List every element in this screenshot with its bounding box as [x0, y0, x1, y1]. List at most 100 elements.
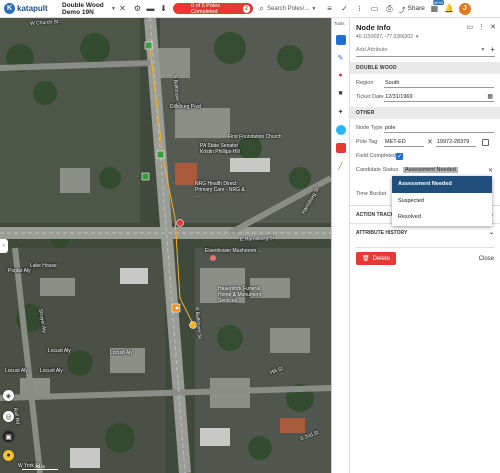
- bell-icon[interactable]: 🔔: [444, 3, 455, 14]
- poi-label: Eisenhower Mushroom ...: [205, 248, 262, 254]
- poles-progress[interactable]: 0 of 5 Poles Completed 2: [173, 2, 253, 15]
- field-completed-label: Field Completed: [356, 153, 397, 159]
- candidate-status-value: Assessment Needed: [403, 167, 458, 173]
- red-square-icon[interactable]: [335, 142, 346, 153]
- camera-icon[interactable]: ■: [335, 88, 346, 99]
- coordinates: 40.1159027, -77.0356302: [356, 34, 413, 40]
- filter-icon[interactable]: ≡: [324, 3, 335, 14]
- time-bucket-label: Time Bucket: [356, 191, 387, 197]
- new-badge: NEW: [432, 0, 444, 5]
- job-selector[interactable]: Double Wood Demo 19N ▼: [62, 2, 116, 16]
- street-label: Locust Aly: [40, 368, 63, 374]
- pole-tag-field[interactable]: 19972-28379: [435, 138, 476, 147]
- share-icon: ⤴: [399, 6, 406, 14]
- node-type-value: pole: [385, 124, 396, 131]
- street-view-icon[interactable]: ●: [3, 450, 14, 461]
- top-toolbar: K katapult Double Wood Demo 19N ▼ ✕ ⚙ ▬ …: [0, 0, 500, 18]
- folder-icon[interactable]: ▬: [145, 3, 156, 14]
- app-logo[interactable]: K katapult: [4, 3, 56, 14]
- poi-label: PA State Senator Kristin Phillips-Hill: [200, 143, 240, 155]
- candidate-status-select[interactable]: Assessment Needed ✕: [402, 166, 494, 175]
- scale-bar: 25 m: [22, 464, 58, 470]
- delete-button[interactable]: 🗑 Delete: [356, 252, 396, 265]
- node-type-field[interactable]: pole: [384, 124, 494, 133]
- pole-tag-owner: MET-ED: [385, 138, 406, 145]
- job-name: Double Wood Demo 19N: [62, 1, 104, 16]
- tools-column: Tools ✎ ● ■ ✦ ╱: [331, 18, 350, 473]
- share-label: Share: [407, 5, 425, 12]
- search-input[interactable]: ⌕ Search Poles/... ▼: [256, 3, 322, 14]
- pole-tag-label: Pole Tag: [356, 139, 378, 145]
- poi-label: Dillsburg Post: [170, 104, 201, 110]
- add-icon[interactable]: +: [490, 45, 495, 54]
- dropdown-option[interactable]: Suspected: [392, 193, 492, 210]
- circle-tool-icon[interactable]: [335, 124, 346, 135]
- field-completed-checkbox[interactable]: ✓: [396, 152, 403, 160]
- settings-icon[interactable]: ⚙: [132, 3, 143, 14]
- clear-icon[interactable]: ✕: [488, 167, 493, 174]
- street-label: Locust Aly: [48, 348, 71, 354]
- poi-label: Lake House: [30, 263, 57, 269]
- pole-tag-value: 19972-28379: [436, 138, 470, 145]
- clear-icon[interactable]: ✕: [427, 138, 433, 146]
- node-info-panel: Node Info ▭ ⋮ ✕ 40.1159027, -77.0356302 …: [350, 18, 500, 473]
- close-job-icon[interactable]: ✕: [117, 3, 128, 14]
- ticket-date-value: 12/31/1969: [385, 93, 413, 100]
- chevron-down-icon: ▼: [311, 5, 317, 12]
- section-other: OTHER: [350, 107, 500, 119]
- chevron-down-icon: ▼: [480, 46, 486, 53]
- chevron-down-icon[interactable]: ▾: [416, 34, 419, 40]
- location-icon[interactable]: ◎: [3, 411, 14, 422]
- street-label: Locust Aly: [110, 350, 133, 356]
- chevron-down-icon: ▼: [111, 5, 116, 12]
- close-icon[interactable]: ✕: [490, 23, 496, 31]
- region-field[interactable]: South: [384, 79, 494, 88]
- apps-icon[interactable]: ▦ NEW: [429, 0, 444, 14]
- select-tool-icon[interactable]: [335, 34, 346, 45]
- camera-icon[interactable]: ▣: [3, 431, 14, 442]
- map-view[interactable]: W Church St E Harrisburg St Harrisburg S…: [0, 18, 331, 473]
- add-attribute-placeholder: Add Attribute: [356, 46, 388, 53]
- chevron-left-icon[interactable]: ‹: [0, 239, 8, 253]
- node-type-label: Node Type: [356, 125, 383, 131]
- print-icon[interactable]: ⎙: [384, 3, 395, 14]
- share-button[interactable]: ⤴ Share: [399, 4, 425, 14]
- section-double-wood: DOUBLE WOOD: [350, 62, 500, 74]
- layers-icon[interactable]: ◈: [3, 390, 14, 401]
- attribute-history-label: ATTRIBUTE HISTORY: [356, 229, 408, 236]
- avatar[interactable]: J: [458, 2, 471, 15]
- dropdown-option[interactable]: Resolved: [392, 209, 492, 226]
- close-button[interactable]: Close: [479, 256, 494, 262]
- trash-icon: 🗑: [362, 256, 370, 262]
- pole-tag-checkbox[interactable]: [481, 138, 489, 146]
- street-label: Poplar Aly: [8, 268, 31, 274]
- line-icon[interactable]: ╱: [335, 160, 346, 171]
- pencil-icon[interactable]: ✎: [335, 52, 346, 63]
- poi-label: Haaerstick Funeral Home & Monument Servi…: [218, 286, 262, 304]
- ticket-date-field[interactable]: 12/31/1969 ▦: [384, 92, 494, 102]
- map-pin-icon[interactable]: ●: [335, 70, 346, 81]
- poi-label: NRG Health Direct Primary Care - NRG & .…: [195, 181, 245, 199]
- more-icon[interactable]: ⋮: [478, 23, 485, 31]
- calendar-icon[interactable]: ▦: [487, 93, 493, 100]
- chat-icon[interactable]: ▭: [369, 3, 380, 14]
- comment-icon[interactable]: ▭: [467, 23, 474, 31]
- check-all-icon[interactable]: ✓: [339, 3, 350, 14]
- progress-text: 0 of 5 Poles Completed: [191, 2, 221, 15]
- dots-grid-icon[interactable]: ⁝: [354, 3, 365, 14]
- add-attribute-input[interactable]: Add Attribute ▼ +: [356, 45, 495, 57]
- region-label: Region: [356, 80, 374, 86]
- search-placeholder: Search Poles/...: [267, 5, 310, 12]
- panel-title: Node Info: [356, 23, 391, 32]
- candidate-status-label: Candidate Status: [356, 167, 399, 173]
- chevron-down-icon: ⌄: [488, 230, 494, 236]
- poi-label: First Foundation Church: [228, 134, 282, 140]
- region-value: South: [385, 79, 400, 86]
- progress-count: 2: [242, 4, 250, 13]
- download-icon[interactable]: ⬇: [158, 3, 169, 14]
- pole-tag-owner-field[interactable]: MET-ED: [384, 138, 424, 147]
- dropdown-option[interactable]: Assessment Needed: [392, 176, 492, 193]
- delete-label: Delete: [372, 255, 390, 262]
- logo-mark: K: [4, 3, 15, 14]
- walk-icon[interactable]: ✦: [335, 106, 346, 117]
